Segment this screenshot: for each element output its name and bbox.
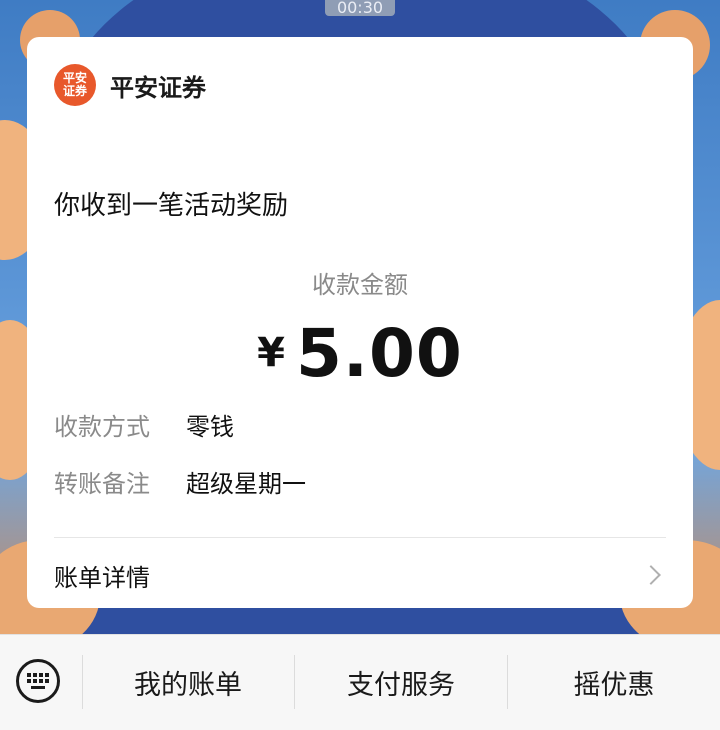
merchant-logo: 平安 证券: [54, 64, 96, 106]
menu-payment-services[interactable]: 支付服务: [295, 635, 507, 730]
divider: [54, 537, 666, 538]
payment-method-key: 收款方式: [54, 413, 150, 441]
transfer-remark-row: 转账备注 超级星期一: [54, 464, 306, 499]
menu-shake-offers[interactable]: 摇优惠: [508, 635, 720, 730]
video-time-badge: 00:30: [325, 0, 395, 17]
transfer-remark-key: 转账备注: [54, 470, 150, 498]
currency-symbol: ¥: [257, 330, 286, 376]
payment-method-value: 零钱: [186, 413, 234, 441]
payment-notification-card: 平安 证券 平安证券 你收到一笔活动奖励 收款金额 ¥5.00 收款方式 零钱 …: [27, 37, 693, 608]
keyboard-icon[interactable]: [16, 659, 60, 703]
amount-number: 5.00: [296, 315, 463, 392]
bill-details-link[interactable]: 账单详情: [54, 555, 666, 595]
notification-headline: 你收到一笔活动奖励: [54, 191, 289, 221]
merchant-header[interactable]: 平安 证券 平安证券: [54, 64, 206, 106]
amount-value: ¥5.00: [27, 315, 693, 392]
amount-label: 收款金额: [312, 271, 408, 299]
payment-method-row: 收款方式 零钱: [54, 407, 234, 442]
merchant-name: 平安证券: [110, 73, 206, 102]
merchant-logo-line-2: 证券: [62, 84, 87, 98]
chevron-right-icon: [641, 565, 661, 585]
transfer-remark-value: 超级星期一: [186, 470, 306, 498]
bill-details-label: 账单详情: [54, 563, 150, 592]
menu-my-bills[interactable]: 我的账单: [82, 635, 294, 730]
bottom-menu-bar: 我的账单 支付服务 摇优惠: [0, 634, 720, 730]
